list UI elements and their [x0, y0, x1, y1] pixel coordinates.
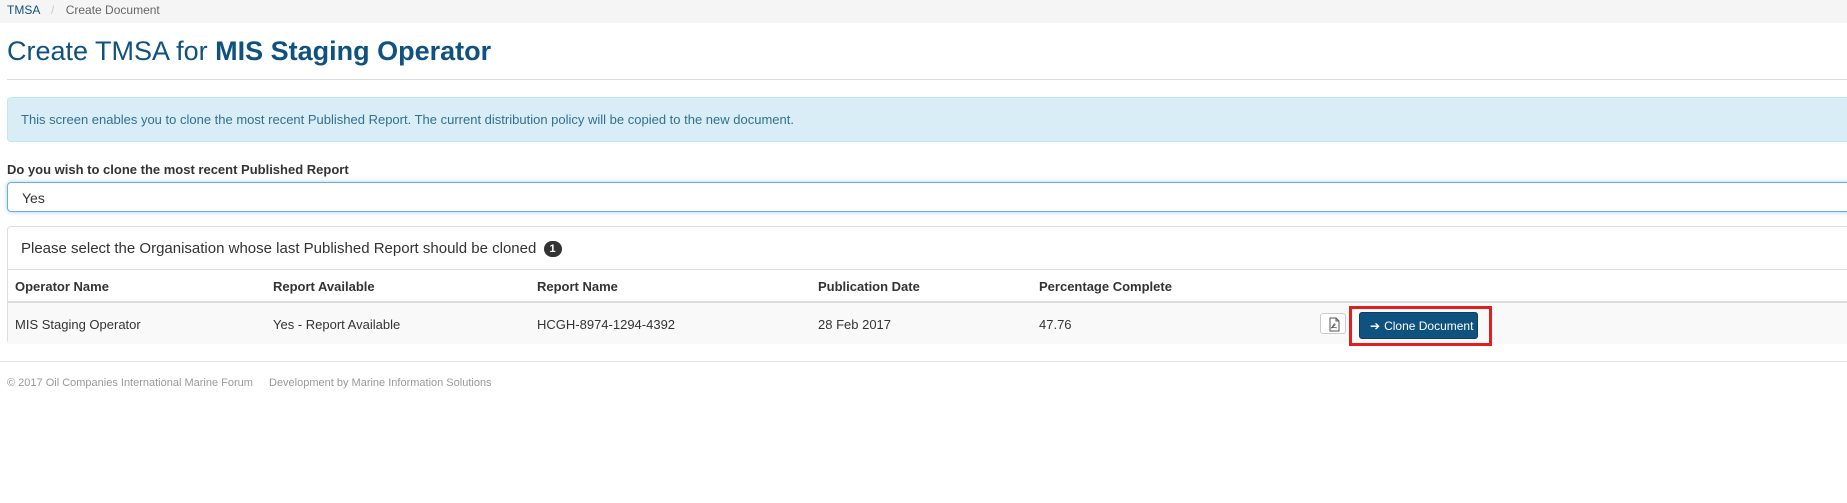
cell-percentage-complete: 47.76	[1039, 317, 1072, 332]
column-header-operator-name: Operator Name	[15, 279, 109, 294]
breadcrumb-current: Create Document	[65, 3, 160, 17]
breadcrumb: TMSA / Create Document	[0, 0, 1847, 23]
column-header-report-available: Report Available	[273, 279, 375, 294]
cell-report-name: HCGH-8974-1294-4392	[537, 317, 676, 332]
clone-question-label: Do you wish to clone the most recent Pub…	[7, 162, 349, 177]
clone-select[interactable]: Yes	[7, 182, 1847, 212]
count-badge: 1	[543, 241, 562, 257]
arrow-right-icon: ➔	[1370, 319, 1381, 333]
page-title-operator: MIS Staging Operator	[215, 36, 492, 66]
panel-heading: Please select the Organisation whose las…	[8, 227, 1847, 270]
column-header-report-name: Report Name	[537, 279, 618, 294]
breadcrumb-home-link[interactable]: TMSA	[7, 3, 40, 17]
footer-developer: Development by Marine Information Soluti…	[269, 377, 492, 389]
column-header-percentage-complete: Percentage Complete	[1039, 279, 1172, 294]
title-divider	[7, 79, 1847, 80]
panel-heading-text: Please select the Organisation whose las…	[21, 240, 537, 257]
view-pdf-button[interactable]	[1320, 313, 1346, 334]
footer-divider	[0, 361, 1847, 362]
table-row: MIS Staging Operator Yes - Report Availa…	[8, 303, 1847, 346]
breadcrumb-separator: /	[51, 3, 55, 17]
cell-operator-name: MIS Staging Operator	[15, 317, 141, 332]
page-title-prefix: Create TMSA for	[7, 36, 208, 66]
info-alert: This screen enables you to clone the mos…	[7, 97, 1847, 142]
organisation-panel: Please select the Organisation whose las…	[7, 226, 1847, 346]
page-title: Create TMSA for MIS Staging Operator	[7, 36, 491, 67]
file-pdf-icon	[1329, 317, 1340, 332]
clone-document-label: Clone Document	[1384, 319, 1474, 333]
cell-publication-date: 28 Feb 2017	[818, 317, 892, 332]
clone-document-button[interactable]: ➔ Clone Document	[1359, 312, 1478, 339]
cell-report-available: Yes - Report Available	[273, 317, 401, 332]
table-header: Operator Name Report Available Report Na…	[8, 270, 1847, 303]
column-header-publication-date: Publication Date	[818, 279, 920, 294]
footer-copyright: © 2017 Oil Companies International Marin…	[7, 377, 253, 389]
